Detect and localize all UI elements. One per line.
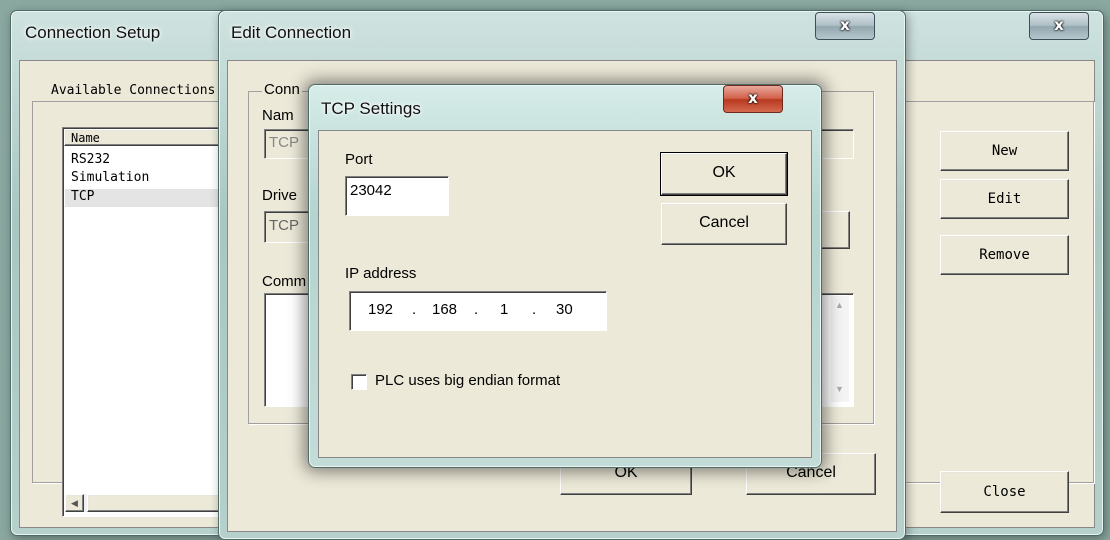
connections-list: Name RS232 Simulation TCP ◀ — [62, 127, 234, 517]
arrow-down-icon[interactable]: ▼ — [835, 384, 844, 394]
ip-separator: . — [412, 301, 417, 318]
list-item[interactable]: RS232 — [71, 152, 231, 167]
list-item-selected[interactable]: TCP — [65, 189, 229, 207]
ip-address-field[interactable]: 192 . 168 . 1 . 30 — [349, 291, 607, 331]
ip-octet-1[interactable]: 192 — [368, 301, 393, 318]
ip-octet-2[interactable]: 168 — [432, 301, 457, 318]
list-item[interactable]: Simulation — [71, 170, 231, 185]
arrow-up-icon[interactable]: ▲ — [835, 300, 844, 310]
available-connections-label: Available Connections — [48, 83, 219, 98]
tcp-cancel-button[interactable]: Cancel — [661, 203, 787, 245]
scroll-left-button[interactable]: ◀ — [65, 494, 84, 512]
ip-separator: . — [474, 301, 479, 318]
tcp-settings-client: Port 23042 OK Cancel IP address 192 . 16… — [318, 130, 812, 458]
edit-connection-title: Edit Connection — [231, 23, 352, 42]
scroll-thumb[interactable] — [87, 494, 224, 512]
ip-separator: . — [532, 301, 537, 318]
tcp-ok-button[interactable]: OK — [661, 153, 787, 195]
ip-octet-4[interactable]: 30 — [556, 301, 573, 318]
list-header-name[interactable]: Name — [64, 129, 229, 146]
close-icon: x — [840, 16, 850, 34]
horizontal-scrollbar[interactable]: ◀ — [65, 494, 229, 512]
port-input[interactable]: 23042 — [345, 176, 449, 216]
edit-connection-close-button[interactable]: x — [815, 12, 875, 40]
new-button[interactable]: New — [940, 131, 1069, 171]
big-endian-checkbox[interactable] — [351, 374, 367, 390]
close-icon: x — [1054, 16, 1064, 34]
comment-label: Comm — [262, 273, 307, 290]
vertical-scrollbar[interactable]: ▲ ▼ — [831, 296, 849, 402]
ip-octet-3[interactable]: 1 — [500, 301, 508, 318]
name-label: Nam — [262, 107, 294, 124]
tcp-settings-close-button[interactable]: x — [723, 85, 783, 113]
tcp-settings-title: TCP Settings — [321, 99, 421, 118]
connection-setup-title: Connection Setup — [25, 23, 161, 42]
big-endian-checkbox-label[interactable]: PLC uses big endian format — [375, 372, 560, 389]
close-button[interactable]: Close — [940, 471, 1069, 513]
driver-label: Drive — [262, 187, 298, 204]
tcp-settings-dialog: TCP Settings x Port 23042 OK Cancel IP a… — [308, 84, 822, 468]
connection-group-label: Conn — [262, 81, 302, 98]
port-label: Port — [345, 151, 373, 168]
remove-button[interactable]: Remove — [940, 235, 1069, 275]
connection-setup-close-button[interactable]: x — [1029, 12, 1089, 40]
ip-address-label: IP address — [345, 265, 417, 282]
edit-button[interactable]: Edit — [940, 179, 1069, 219]
close-icon: x — [748, 89, 758, 107]
arrow-left-icon: ◀ — [71, 498, 78, 508]
